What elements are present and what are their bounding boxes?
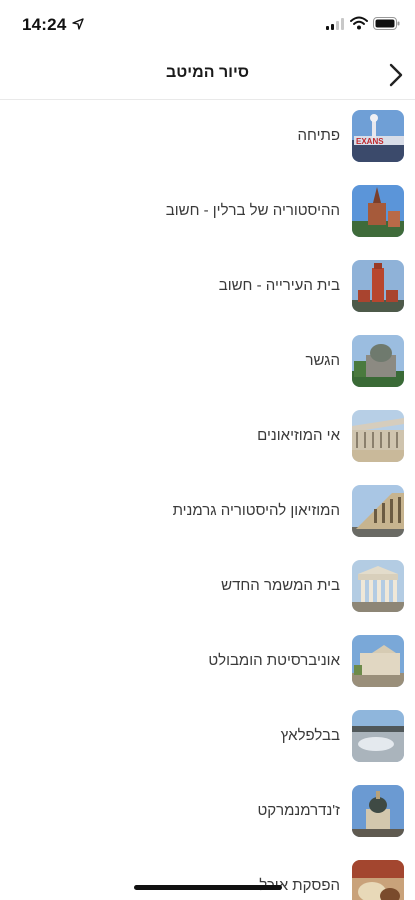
thumbnail-image <box>352 785 404 837</box>
thumbnail-image <box>352 260 404 312</box>
list-item[interactable]: הגשר <box>0 325 415 400</box>
list-item-label: ההיסטוריה של ברלין - חשוב <box>165 202 340 219</box>
cellular-signal-icon <box>326 18 344 30</box>
battery-icon <box>373 17 400 30</box>
nav-bar: סיור המיטב <box>0 50 415 100</box>
thumbnail-image <box>352 410 404 462</box>
thumbnail-image <box>352 860 404 900</box>
list-item[interactable]: בית המשמר החדש <box>0 550 415 625</box>
list-item-label: ז'נדרמנמרקט <box>257 802 340 819</box>
list-item[interactable]: בבלפלאץ <box>0 700 415 775</box>
thumbnail-image <box>352 485 404 537</box>
list-item[interactable]: פתיחה EXANS <box>0 100 415 175</box>
thumbnail-image <box>352 185 404 237</box>
wifi-icon <box>350 16 368 30</box>
list-item[interactable]: אוניברסיטת הומבולט <box>0 625 415 700</box>
thumbnail-image <box>352 635 404 687</box>
list-item-label: בית המשמר החדש <box>221 577 340 594</box>
list-item[interactable]: הפסקת אוכל <box>0 850 415 900</box>
thumbnail-image <box>352 710 404 762</box>
list-item[interactable]: אי המוזיאונים <box>0 400 415 475</box>
home-indicator <box>134 885 282 890</box>
status-bar: 14:24 <box>0 0 415 50</box>
svg-text:EXANS: EXANS <box>356 137 384 146</box>
list-item-label: אי המוזיאונים <box>257 427 340 444</box>
list-item[interactable]: המוזיאון להיסטוריה גרמנית <box>0 475 415 550</box>
status-time: 14:24 <box>22 15 67 34</box>
thumbnail-image <box>352 335 404 387</box>
thumbnail-image: EXANS <box>352 110 404 162</box>
back-button[interactable] <box>384 60 408 90</box>
thumbnail-image <box>352 560 404 612</box>
page-title: סיור המיטב <box>166 64 249 81</box>
chevron-icon <box>389 63 403 87</box>
location-arrow-icon <box>72 18 84 30</box>
list-item[interactable]: בית העירייה - חשוב <box>0 250 415 325</box>
list-item-label: בית העירייה - חשוב <box>218 277 340 294</box>
list-item-label: הגשר <box>305 352 340 369</box>
list-item-label: בבלפלאץ <box>280 727 340 744</box>
list-item[interactable]: ההיסטוריה של ברלין - חשוב <box>0 175 415 250</box>
list-item[interactable]: ז'נדרמנמרקט <box>0 775 415 850</box>
list-item-label: אוניברסיטת הומבולט <box>208 652 340 669</box>
list-item-label: המוזיאון להיסטוריה גרמנית <box>172 502 340 519</box>
list-item-label: פתיחה <box>297 127 341 144</box>
tour-stops-list: פתיחה EXANS ההיסטוריה של ברלין - חשוב בי… <box>0 100 415 900</box>
